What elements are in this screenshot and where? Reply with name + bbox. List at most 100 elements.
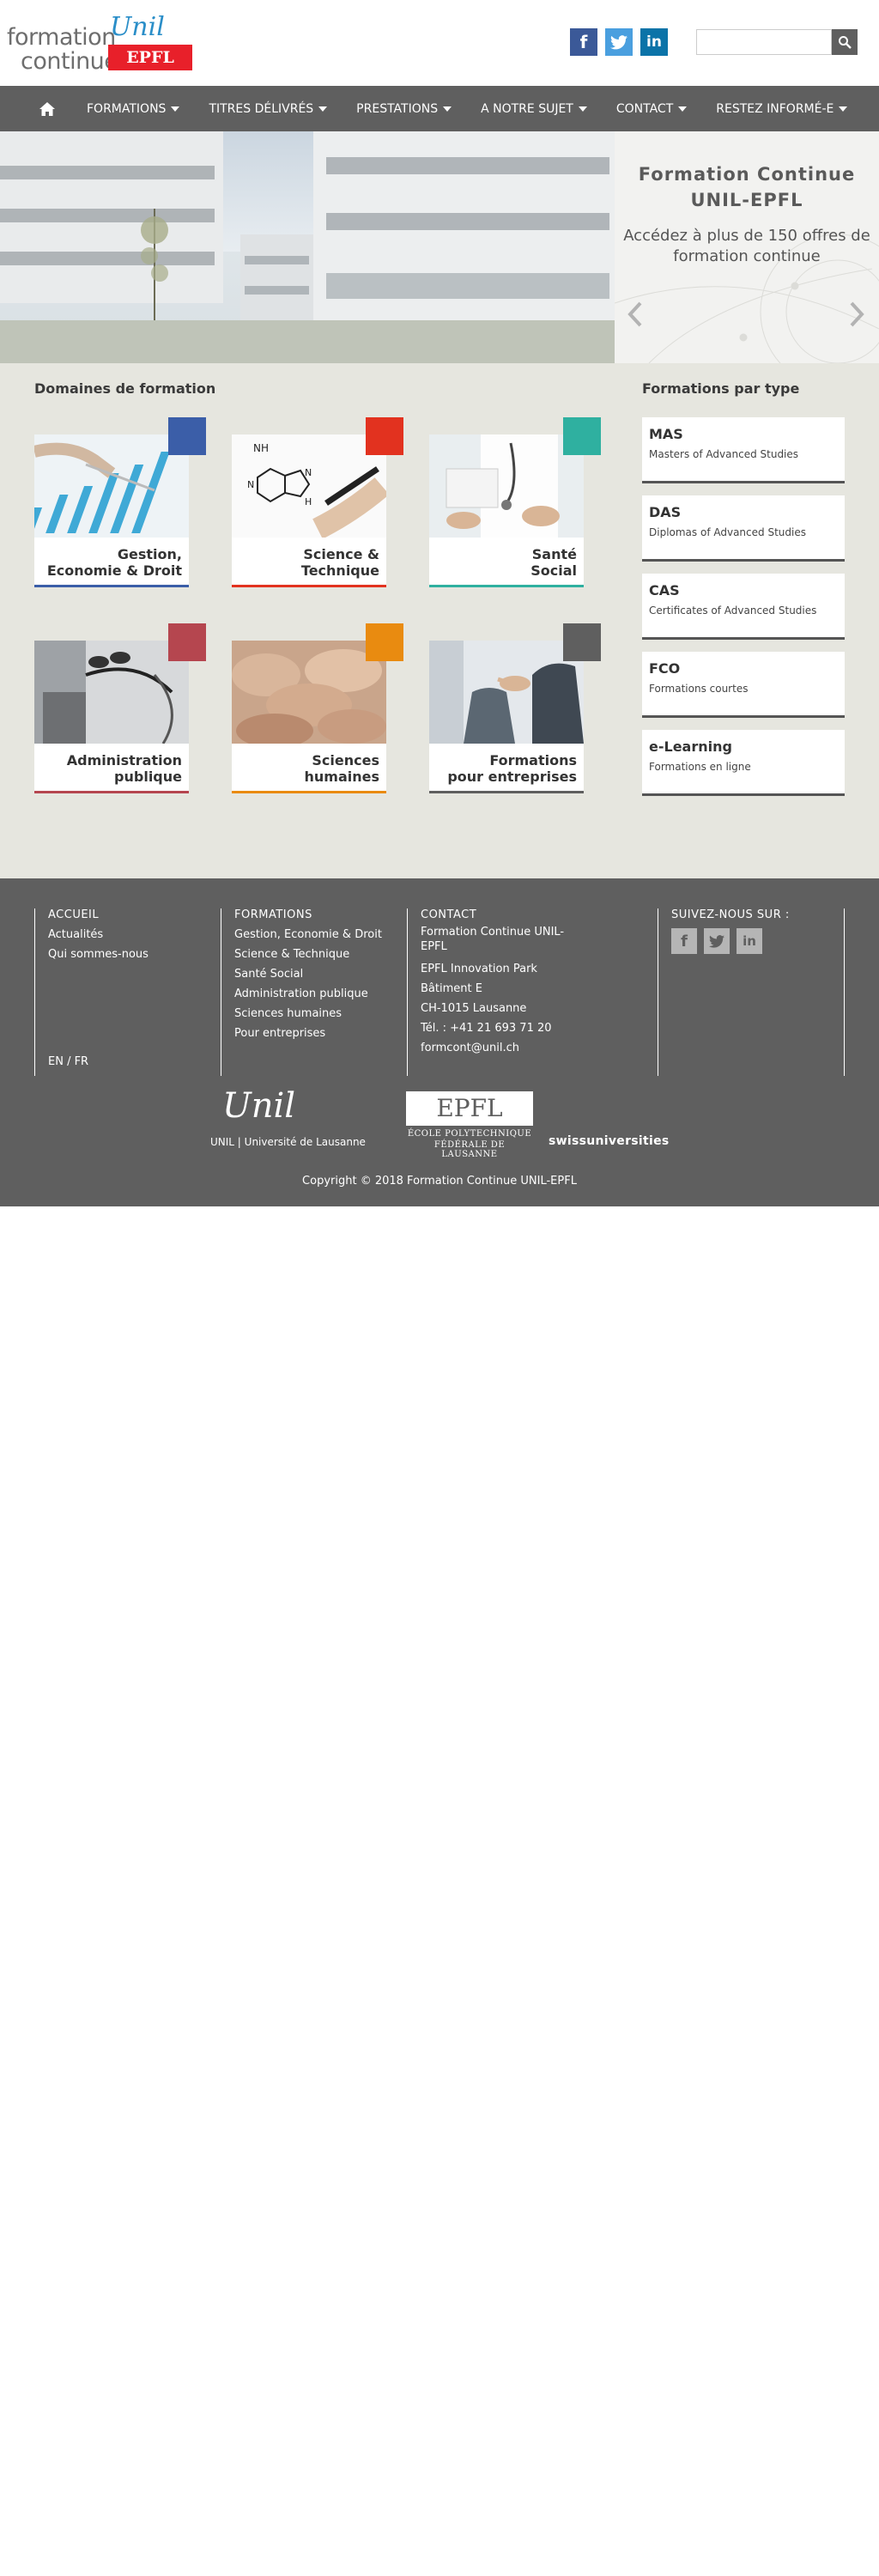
twitter-icon[interactable] (704, 928, 730, 954)
unil-logo[interactable]: Unil UNIL | Université de Lausanne (210, 1086, 386, 1153)
contact-line: EPFL Innovation Park (421, 963, 537, 975)
nav-label: RESTEZ INFORMÉ-E (716, 101, 834, 116)
type-card-cas[interactable]: CAS Certificates of Advanced Studies (642, 574, 845, 640)
domain-card-entreprises[interactable]: Formations pour entreprises (429, 623, 601, 793)
svg-text:N: N (247, 479, 254, 490)
footer-link[interactable]: Gestion, Economie & Droit (234, 925, 406, 945)
caret-down-icon (443, 106, 452, 112)
site-footer: ACCUEIL Actualités Qui sommes-nous EN / … (0, 878, 879, 1206)
search-box (696, 29, 858, 55)
type-card-mas[interactable]: MAS Masters of Advanced Studies (642, 417, 845, 483)
type-card-elearning[interactable]: e-Learning Formations en ligne (642, 730, 845, 796)
type-description: Formations en ligne (649, 761, 751, 773)
card-accent-bar (34, 585, 189, 587)
footer-heading[interactable]: ACCUEIL (48, 908, 220, 921)
domains-title: Domaines de formation (34, 380, 216, 397)
svg-text:NH: NH (253, 442, 269, 454)
svg-text:H: H (305, 496, 312, 507)
type-card-das[interactable]: DAS Diplomas of Advanced Studies (642, 495, 845, 562)
search-input[interactable] (696, 29, 832, 55)
footer-heading[interactable]: FORMATIONS (234, 908, 406, 921)
nav-label: FORMATIONS (87, 101, 167, 116)
nav-label: A NOTRE SUJET (481, 101, 573, 116)
nav-contact[interactable]: CONTACT (602, 102, 701, 116)
campus-building-photo (0, 131, 615, 363)
card-label: Formations pour entreprises (447, 752, 577, 785)
epfl-logo[interactable]: EPFL ÉCOLE POLYTECHNIQUE FÉDÉRALE DE LAU… (406, 1091, 533, 1159)
main-content: Domaines de formation Gestion, Economie &… (0, 363, 879, 878)
type-name: MAS (649, 426, 683, 442)
swissuniversities-logo[interactable]: swissuniversities (549, 1134, 670, 1148)
home-icon[interactable] (34, 101, 60, 116)
footer-col-contact: CONTACT Formation Continue UNIL-EPFL EPF… (407, 908, 584, 1076)
footer-heading[interactable]: CONTACT (421, 908, 584, 921)
search-icon (839, 36, 852, 49)
chevron-left-icon[interactable] (627, 301, 644, 327)
charts-photo (34, 434, 189, 538)
facebook-icon[interactable]: f (671, 928, 697, 954)
domain-card-science[interactable]: NH N N H Science & Technique (232, 417, 403, 587)
types-title: Formations par type (642, 380, 800, 397)
twitter-icon[interactable] (605, 28, 633, 56)
nav-restez-informe[interactable]: RESTEZ INFORMÉ-E (701, 102, 862, 116)
footer-link-qui-sommes-nous[interactable]: Qui sommes-nous (48, 945, 220, 964)
chevron-right-icon[interactable] (848, 301, 865, 327)
nav-a-notre-sujet[interactable]: A NOTRE SUJET (466, 102, 602, 116)
contact-phone[interactable]: Tél. : +41 21 693 71 20 (421, 1018, 584, 1038)
microphones-photo (34, 641, 189, 744)
type-card-fco[interactable]: FCO Formations courtes (642, 652, 845, 718)
contact-email[interactable]: formcont@unil.ch (421, 1038, 584, 1058)
footer-col-social: SUIVEZ-NOUS SUR : f in (658, 908, 843, 1076)
color-square (366, 417, 403, 455)
svg-text:N: N (305, 467, 312, 478)
caret-down-icon (318, 106, 328, 112)
hero-banner: Formation Continue UNIL-EPFL Accédez à p… (0, 131, 879, 363)
color-square (563, 623, 601, 661)
type-name: FCO (649, 660, 681, 677)
logo-epfl: EPFL (108, 45, 192, 70)
caret-down-icon (171, 106, 180, 112)
type-description: Diplomas of Advanced Studies (649, 526, 806, 538)
site-header: formation continue Unil EPFL f in (0, 0, 879, 86)
type-description: Certificates of Advanced Studies (649, 605, 817, 617)
card-label: Sciences humaines (304, 752, 380, 785)
color-square (366, 623, 403, 661)
linkedin-icon[interactable]: in (737, 928, 762, 954)
nav-label: PRESTATIONS (356, 101, 439, 116)
caret-down-icon (578, 106, 587, 112)
linkedin-icon[interactable]: in (640, 28, 668, 56)
color-square (563, 417, 601, 455)
footer-divider (844, 908, 845, 1076)
domain-card-administration[interactable]: Administration publique (34, 623, 206, 793)
footer-link[interactable]: Science & Technique (234, 945, 406, 964)
doctor-photo (429, 434, 584, 538)
footer-col-formations: FORMATIONS Gestion, Economie & Droit Sci… (221, 908, 406, 1076)
footer-link[interactable]: Pour entreprises (234, 1024, 406, 1043)
domain-card-gestion[interactable]: Gestion, Economie & Droit (34, 417, 206, 587)
language-switcher[interactable]: EN / FR (48, 1052, 88, 1072)
card-accent-bar (232, 585, 386, 587)
footer-link[interactable]: Administration publique (234, 984, 406, 1004)
footer-link[interactable]: Santé Social (234, 964, 406, 984)
nav-label: CONTACT (615, 101, 674, 116)
footer-link[interactable]: Sciences humaines (234, 1004, 406, 1024)
domain-card-sante[interactable]: Santé Social (429, 417, 601, 587)
footer-link-actualites[interactable]: Actualités (48, 925, 220, 945)
type-name: DAS (649, 504, 682, 520)
logo-unil: Unil (110, 12, 165, 42)
card-accent-bar (429, 585, 584, 587)
nav-prestations[interactable]: PRESTATIONS (342, 102, 466, 116)
footer-heading: SUIVEZ-NOUS SUR : (671, 908, 790, 921)
formation-continue-logo[interactable]: formation continue Unil EPFL (7, 12, 192, 75)
facebook-icon[interactable]: f (570, 28, 597, 56)
search-button[interactable] (832, 29, 858, 55)
domain-card-sciences-humaines[interactable]: Sciences humaines (232, 623, 403, 793)
nav-label: TITRES DÉLIVRÉS (209, 101, 314, 116)
nav-formations[interactable]: FORMATIONS (72, 102, 194, 116)
nav-titres-delivres[interactable]: TITRES DÉLIVRÉS (194, 102, 342, 116)
caret-down-icon (678, 106, 688, 112)
contact-line: Bâtiment E (421, 982, 482, 995)
card-accent-bar (34, 791, 189, 793)
contact-line: CH-1015 Lausanne (421, 1002, 527, 1015)
logo-word-formation: formation (7, 24, 116, 51)
